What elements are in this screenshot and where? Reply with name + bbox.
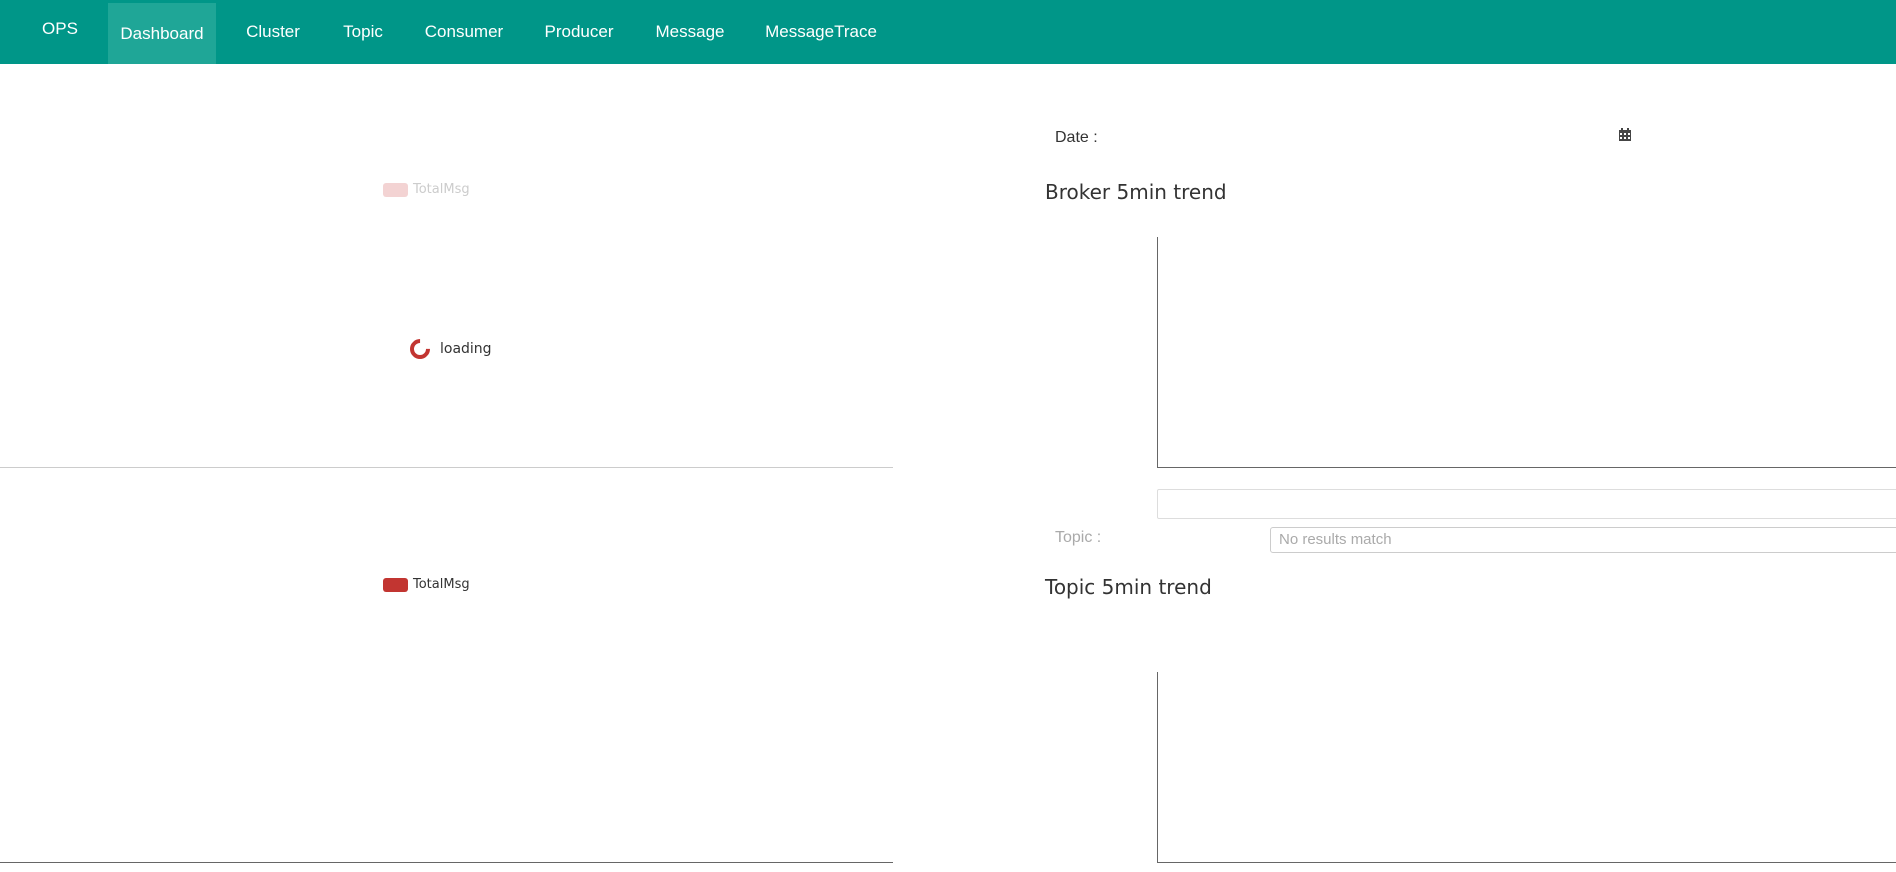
chart-legend-totalmsg[interactable]: TotalMsg — [383, 182, 470, 197]
topic-chart-y-axis — [1157, 672, 1158, 862]
legend-label: TotalMsg — [413, 577, 470, 592]
chart-baseline — [0, 862, 893, 863]
legend-label: TotalMsg — [413, 182, 470, 197]
top-navbar: OPS Dashboard Cluster Topic Consumer Pro… — [0, 0, 1896, 64]
nav-message[interactable]: Message — [652, 0, 728, 64]
nav-producer[interactable]: Producer — [538, 0, 620, 64]
nav-consumer[interactable]: Consumer — [420, 0, 508, 64]
legend-swatch — [383, 577, 408, 592]
chart-legend-totalmsg[interactable]: TotalMsg — [383, 577, 470, 592]
nav-topic[interactable]: Topic — [336, 0, 390, 64]
topic-select[interactable]: No results match — [1270, 527, 1896, 553]
nav-cluster[interactable]: Cluster — [236, 0, 310, 64]
topic-label: Topic : — [1055, 529, 1102, 546]
divider — [0, 467, 893, 468]
date-label: Date : — [1055, 129, 1098, 146]
nav-messagetrace[interactable]: MessageTrace — [762, 0, 880, 64]
brand-logo[interactable]: OPS — [40, 0, 80, 61]
spinner-icon — [405, 334, 435, 364]
broker-chart-y-axis — [1157, 237, 1158, 467]
topic-chart-x-axis — [1157, 862, 1896, 863]
legend-swatch — [383, 182, 408, 197]
broker-chart-x-axis — [1157, 467, 1896, 468]
topic-filter-input[interactable] — [1157, 489, 1896, 519]
broker-trend-title: Broker 5min trend — [1045, 180, 1227, 204]
loading-indicator: loading — [405, 334, 492, 364]
calendar-icon[interactable] — [1618, 128, 1632, 142]
nav-dashboard[interactable]: Dashboard — [108, 3, 216, 64]
topic-trend-title: Topic 5min trend — [1045, 575, 1212, 599]
loading-text: loading — [440, 341, 492, 357]
